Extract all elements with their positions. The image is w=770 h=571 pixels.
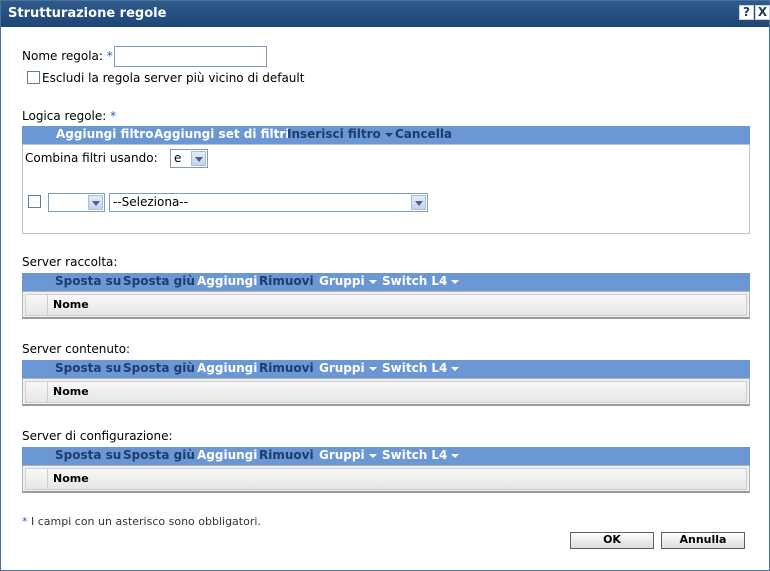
add-filter-set-button[interactable]: Aggiungi set di filtri <box>154 127 289 141</box>
remove-button[interactable]: Rimuovi <box>259 274 314 288</box>
dialog-titlebar: Strutturazione regole <box>1 1 769 27</box>
insert-filter-label: Inserisci filtro <box>287 127 381 141</box>
move-up-button[interactable]: Sposta su <box>55 448 121 462</box>
column-header-name[interactable]: Nome <box>53 298 89 311</box>
rule-name-input[interactable] <box>114 46 267 67</box>
column-header-name[interactable]: Nome <box>53 385 89 398</box>
groups-label: Gruppi <box>319 274 365 288</box>
content-servers-toolbar: Sposta su Sposta giù Aggiungi Rimuovi Gr… <box>22 360 750 378</box>
ok-button[interactable]: OK <box>570 532 654 549</box>
select-all-column[interactable] <box>26 295 48 315</box>
groups-menu-button[interactable]: Gruppi <box>319 361 377 375</box>
groups-menu-button[interactable]: Gruppi <box>319 274 377 288</box>
grid-header: Nome <box>25 294 747 316</box>
groups-menu-button[interactable]: Gruppi <box>319 448 377 462</box>
filter-row-checkbox[interactable] <box>28 195 41 208</box>
chevron-down-icon <box>411 195 426 210</box>
exclude-default-label: Escludi la regola server più vicino di d… <box>42 71 305 85</box>
move-up-button[interactable]: Sposta su <box>55 274 121 288</box>
exclude-default-checkbox[interactable] <box>27 71 40 84</box>
collection-servers-grid: Nome <box>22 291 750 319</box>
chevron-down-icon <box>451 279 460 284</box>
add-filter-button[interactable]: Aggiungi filtro <box>56 127 153 141</box>
switch-l4-menu-button[interactable]: Switch L4 <box>382 274 460 288</box>
move-up-button[interactable]: Sposta su <box>55 361 121 375</box>
config-servers-grid: Nome <box>22 465 750 493</box>
move-down-button[interactable]: Sposta giù <box>123 361 195 375</box>
combine-filters-select[interactable]: e <box>170 149 208 168</box>
select-all-column[interactable] <box>26 382 48 402</box>
select-all-column[interactable] <box>26 469 48 489</box>
delete-button[interactable]: Cancella <box>395 127 452 141</box>
required-mark: * <box>106 49 113 63</box>
rule-name-label-text: Nome regola: <box>22 49 103 63</box>
collection-servers-toolbar: Sposta su Sposta giù Aggiungi Rimuovi Gr… <box>22 273 750 291</box>
groups-label: Gruppi <box>319 361 365 375</box>
content-servers-grid: Nome <box>22 378 750 406</box>
dialog-title: Strutturazione regole <box>8 6 167 21</box>
switch-l4-menu-button[interactable]: Switch L4 <box>382 448 460 462</box>
switch-l4-label: Switch L4 <box>382 448 448 462</box>
filter-type-select[interactable]: --Seleziona-- <box>109 193 428 212</box>
close-icon[interactable]: X <box>755 5 770 20</box>
chevron-down-icon <box>88 195 103 210</box>
rule-logic-label: Logica regole: * <box>22 109 116 123</box>
switch-l4-label: Switch L4 <box>382 361 448 375</box>
chevron-down-icon <box>451 366 460 371</box>
rule-structuring-dialog: Strutturazione regole ? X Nome regola: *… <box>0 0 770 571</box>
add-button[interactable]: Aggiungi <box>197 274 257 288</box>
collection-servers-label: Server raccolta: <box>22 255 118 269</box>
add-button[interactable]: Aggiungi <box>197 448 257 462</box>
required-mark: * <box>22 515 28 528</box>
rule-logic-toolbar: Aggiungi filtro Aggiungi set di filtri I… <box>22 126 750 144</box>
rule-name-label: Nome regola: * <box>22 49 113 63</box>
rule-logic-panel: Combina filtri usando: e --Seleziona-- <box>22 144 750 234</box>
remove-button[interactable]: Rimuovi <box>259 448 314 462</box>
column-header-name[interactable]: Nome <box>53 472 89 485</box>
move-down-button[interactable]: Sposta giù <box>123 448 195 462</box>
insert-filter-button[interactable]: Inserisci filtro <box>287 127 393 141</box>
chevron-down-icon <box>368 366 377 371</box>
remove-button[interactable]: Rimuovi <box>259 361 314 375</box>
grid-header: Nome <box>25 381 747 403</box>
groups-label: Gruppi <box>319 448 365 462</box>
move-down-button[interactable]: Sposta giù <box>123 274 195 288</box>
grid-header: Nome <box>25 468 747 490</box>
switch-l4-menu-button[interactable]: Switch L4 <box>382 361 460 375</box>
filter-operator-select[interactable] <box>48 193 105 212</box>
help-icon[interactable]: ? <box>739 5 754 20</box>
switch-l4-label: Switch L4 <box>382 274 448 288</box>
chevron-down-icon <box>368 453 377 458</box>
required-fields-note: * I campi con un asterisco sono obbligat… <box>22 515 261 528</box>
chevron-down-icon <box>368 279 377 284</box>
content-servers-label: Server contenuto: <box>22 342 131 356</box>
add-button[interactable]: Aggiungi <box>197 361 257 375</box>
combine-filters-value: e <box>174 151 182 165</box>
required-note-text: I campi con un asterisco sono obbligator… <box>31 515 261 528</box>
filter-type-value: --Seleziona-- <box>113 195 188 209</box>
rule-logic-label-text: Logica regole: <box>22 109 107 123</box>
chevron-down-icon <box>191 151 206 166</box>
chevron-down-icon <box>384 132 393 137</box>
chevron-down-icon <box>451 453 460 458</box>
cancel-button[interactable]: Annulla <box>661 532 745 549</box>
required-mark: * <box>110 109 117 123</box>
config-servers-label: Server di configurazione: <box>22 429 173 443</box>
combine-filters-label: Combina filtri usando: <box>25 151 158 165</box>
config-servers-toolbar: Sposta su Sposta giù Aggiungi Rimuovi Gr… <box>22 447 750 465</box>
